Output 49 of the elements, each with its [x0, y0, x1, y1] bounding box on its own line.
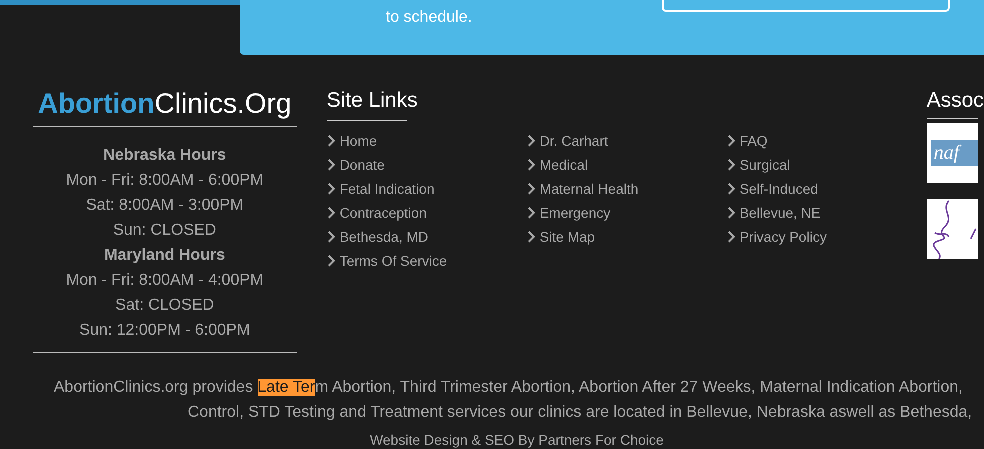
chevron-icon: [526, 207, 536, 219]
logo-text: naf: [934, 143, 960, 163]
footer-link[interactable]: FAQ: [726, 129, 768, 153]
chevron-icon: [326, 135, 336, 147]
footer-link[interactable]: Privacy Policy: [726, 225, 827, 249]
banner-text: to schedule.: [386, 8, 472, 28]
section-heading: Site Links: [326, 89, 418, 113]
chevron-icon: [526, 135, 536, 147]
association-logo[interactable]: [926, 199, 978, 259]
chevron-icon: [326, 207, 336, 219]
site-logo[interactable]: AbortionClinics.Org: [38, 84, 292, 124]
credit-text: Website Design & SEO By Partners For Choice: [370, 431, 664, 449]
chevron-icon: [526, 231, 536, 243]
chevron-icon: [526, 183, 536, 195]
chevron-icon: [526, 159, 536, 171]
hours-line: Mon - Fri: 8:00AM - 4:00PM: [66, 271, 264, 291]
description-text: Control, STD Testing and Treatment services our clinics are located in Bellevue, Nebraska aswell as Bethesda,: [187, 403, 974, 423]
footer-link[interactable]: Self-Induced: [726, 177, 818, 201]
hours-heading: Nebraska Hours: [104, 146, 226, 166]
chevron-icon: [326, 159, 336, 171]
footer-link[interactable]: Emergency: [526, 201, 611, 225]
footer-link[interactable]: Site Map: [526, 225, 596, 249]
footer-link[interactable]: Surgical: [726, 153, 790, 177]
footer-link[interactable]: Bellevue, NE: [726, 201, 821, 225]
footer-link[interactable]: Maternal Health: [526, 177, 639, 201]
hours-line: Sat: 8:00AM - 3:00PM: [86, 196, 244, 216]
footer-link[interactable]: Terms Of Service: [326, 249, 448, 273]
description-text: AbortionClinics.org provides Late Term Abortion, Third Trimester Abortion, Abortion After 27 Weeks, Maternal Indication Abortion,: [53, 378, 964, 398]
chevron-icon: [326, 255, 336, 267]
footer-link[interactable]: Fetal Indication: [326, 177, 435, 201]
chevron-icon: [726, 135, 736, 147]
footer-link[interactable]: Bethesda, MD: [326, 225, 429, 249]
chevron-icon: [726, 159, 736, 171]
footer-link[interactable]: Home: [326, 129, 378, 153]
footer-link[interactable]: Medical: [526, 153, 588, 177]
footer-link[interactable]: Dr. Carhart: [526, 129, 608, 153]
chevron-icon: [726, 183, 736, 195]
chevron-icon: [326, 183, 336, 195]
hours-line: Mon - Fri: 8:00AM - 6:00PM: [66, 171, 264, 191]
footer-link[interactable]: Donate: [326, 153, 385, 177]
hours-line: Sat: CLOSED: [116, 296, 214, 316]
hours-heading: Maryland Hours: [104, 246, 226, 266]
chevron-icon: [326, 231, 336, 243]
chevron-icon: [726, 207, 736, 219]
hours-line: Sun: 12:00PM - 6:00PM: [80, 321, 250, 341]
section-heading: Assoc: [926, 89, 984, 113]
hours-line: Sun: CLOSED: [113, 221, 216, 241]
chevron-icon: [726, 231, 736, 243]
footer-link[interactable]: Contraception: [326, 201, 427, 225]
